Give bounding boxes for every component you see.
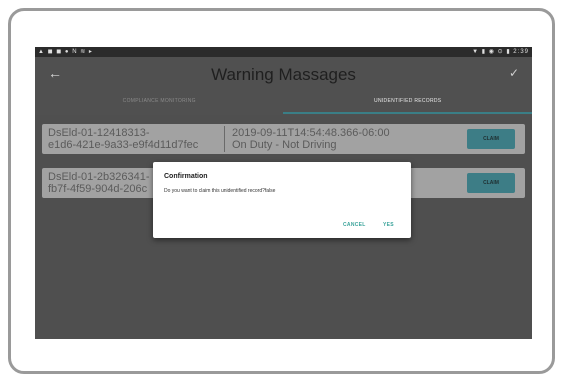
confirmation-dialog: Confirmation Do you want to claim this u… — [153, 162, 411, 238]
record-detail: 2019-09-11T14:54:48.366-06:00 On Duty - … — [232, 127, 462, 151]
status-right-icons: ▼ ▮ ◉ ⊙ ▮ 2:39 — [472, 49, 529, 55]
status-left-icons: ▲ ◼ ◼ ● N ≋ ▸ — [38, 49, 93, 55]
record-id-line2: e1d6-421e-9a33-e9f4d11d7fec — [48, 139, 199, 151]
page-title: Warning Massages — [211, 65, 356, 84]
claim-button[interactable]: CLAIM — [467, 173, 515, 193]
tab-bar: COMPLIANCE MONITORING UNIDENTIFIED RECOR… — [35, 93, 532, 115]
tab-indicator — [283, 112, 532, 114]
status-bar: ▲ ◼ ◼ ● N ≋ ▸ ▼ ▮ ◉ ⊙ ▮ 2:39 — [35, 47, 532, 57]
yes-button[interactable]: YES — [383, 222, 394, 228]
dialog-message: Do you want to claim this unidentified r… — [164, 188, 276, 194]
claim-button[interactable]: CLAIM — [467, 129, 515, 149]
tab-compliance-monitoring[interactable]: COMPLIANCE MONITORING — [35, 93, 284, 115]
cancel-button[interactable]: CANCEL — [343, 222, 366, 228]
check-icon[interactable]: ✓ — [509, 66, 519, 80]
record-id: DsEld-01-12418313- e1d6-421e-9a33-e9f4d1… — [48, 127, 220, 151]
record-row: DsEld-01-12418313- e1d6-421e-9a33-e9f4d1… — [42, 124, 525, 154]
record-id-line1: DsEld-01-12418313- — [48, 127, 150, 139]
dialog-title: Confirmation — [164, 173, 208, 180]
record-timestamp: 2019-09-11T14:54:48.366-06:00 — [232, 127, 390, 139]
record-divider — [224, 126, 225, 152]
record-status: On Duty - Not Driving — [232, 139, 337, 151]
app-bar: ← Warning Massages ✓ — [35, 57, 532, 93]
app-screen: ▲ ◼ ◼ ● N ≋ ▸ ▼ ▮ ◉ ⊙ ▮ 2:39 ← Warning M… — [35, 47, 532, 339]
